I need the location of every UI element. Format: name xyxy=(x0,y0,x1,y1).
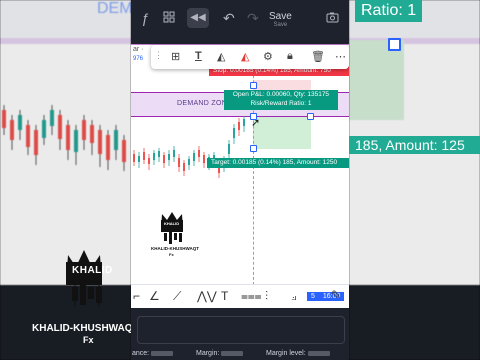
stop-zone xyxy=(253,80,311,90)
handle-right[interactable] xyxy=(307,113,314,120)
background-handle xyxy=(388,38,401,51)
camera-icon[interactable] xyxy=(326,10,339,26)
margin-level-value xyxy=(307,350,330,356)
background-demand-text: DEMAN xyxy=(97,0,131,17)
text-tool-icon[interactable]: T xyxy=(221,289,228,303)
fx-icon[interactable]: ƒ xyxy=(141,10,149,26)
fib-icon[interactable]: ⩶ xyxy=(241,289,262,304)
trend-line-icon[interactable]: ⌐ xyxy=(133,289,140,303)
open-pnl-text: Open P&L: 0.00060, Qty: 135175 xyxy=(232,91,330,98)
risk-reward-text: Risk/Reward Ratio: 1 xyxy=(250,99,312,107)
logo-name-small: KHALID xyxy=(164,221,180,226)
angle-icon[interactable]: ∠ xyxy=(149,289,160,303)
margin-value xyxy=(221,350,244,356)
undo-icon[interactable]: ↶ xyxy=(223,10,235,27)
margin-level-item: Margin level: xyxy=(266,350,330,357)
background-right xyxy=(349,0,480,360)
logo-caption-large: KHALID-KHUSHWAQT xyxy=(32,323,139,334)
save-button[interactable]: Save Save xyxy=(269,11,292,29)
balance-item: ance: xyxy=(132,350,174,357)
background-zone-band xyxy=(0,38,131,44)
save-label: Save xyxy=(269,11,292,22)
text-color-icon[interactable]: T xyxy=(195,50,202,62)
replay-icon[interactable]: ◀◀ xyxy=(187,8,209,28)
margin-item: Margin: xyxy=(196,350,244,357)
fill-color-icon[interactable]: ◭ xyxy=(217,50,225,63)
balance-label: ance: xyxy=(132,350,150,357)
time-prefix: 5 xyxy=(311,293,315,300)
target-label: Target: 0.00185 (0.14%) 185, Amount: 125… xyxy=(207,158,349,168)
save-sublabel: Save xyxy=(273,22,288,28)
target-zone[interactable] xyxy=(253,117,311,149)
lock-icon[interactable]: 🔒︎ xyxy=(287,50,293,63)
redo-icon[interactable]: ↷ xyxy=(247,10,259,27)
settings-icon[interactable]: ⚙ xyxy=(263,50,273,63)
path-icon[interactable]: ⟓ xyxy=(291,289,297,304)
pencil-icon[interactable]: ✎ xyxy=(331,288,341,302)
logo-suffix-small: Fx xyxy=(169,252,174,257)
logo-suffix-large: Fx xyxy=(83,335,94,345)
logo-name-large: KHALID xyxy=(72,265,113,276)
ray-icon[interactable]: ⟋ xyxy=(173,289,181,304)
symbol-price: 976 xyxy=(133,56,144,62)
floating-drawing-toolbar: ⋮ ⊞ T ◭ ◭ ⚙ 🔒︎ 🗑︎ ⋯ xyxy=(151,45,349,69)
margin-label: Margin: xyxy=(196,350,220,357)
more-icon[interactable]: ⋯ xyxy=(335,50,346,63)
cursor-icon: ➚ xyxy=(251,117,261,129)
price-candles xyxy=(133,116,245,178)
order-panel-field[interactable] xyxy=(137,316,345,344)
logo-caption-small: KHALID-KHUSHWAQT xyxy=(151,246,199,251)
handle-target[interactable] xyxy=(250,145,257,152)
top-toolbar: ƒ ◀◀ ↶ ↷ Save Save xyxy=(131,0,349,44)
background-amount-text: 185, Amount: 125 xyxy=(349,136,480,154)
pattern-icon[interactable]: ⋀⋁ xyxy=(197,289,217,303)
delete-icon[interactable]: 🗑︎ xyxy=(311,50,325,63)
add-template-icon[interactable]: ⊞ xyxy=(171,50,180,63)
handle-stop[interactable] xyxy=(250,82,257,89)
drag-handle-icon[interactable]: ⋮ xyxy=(154,50,163,61)
balance-value xyxy=(151,350,174,356)
background-ratio-text: Ratio: 1 xyxy=(355,0,423,22)
account-info-row: ance: Margin: Margin level: xyxy=(0,348,480,360)
risk-reward-label: Open P&L: 0.00060, Qty: 135175 Risk/Rewa… xyxy=(224,90,338,110)
parallel-channel-icon[interactable]: ⫶ xyxy=(265,289,268,304)
line-color-icon[interactable]: ◭ xyxy=(241,50,249,63)
background-candles xyxy=(2,105,126,171)
phone-screen: ƒ ◀◀ ↶ ↷ Save Save ar · 976 DEMAND ZONE xyxy=(131,0,349,360)
margin-level-label: Margin level: xyxy=(266,350,306,357)
symbol-label: ar · xyxy=(133,46,144,53)
layout-grid-icon[interactable] xyxy=(163,10,175,26)
